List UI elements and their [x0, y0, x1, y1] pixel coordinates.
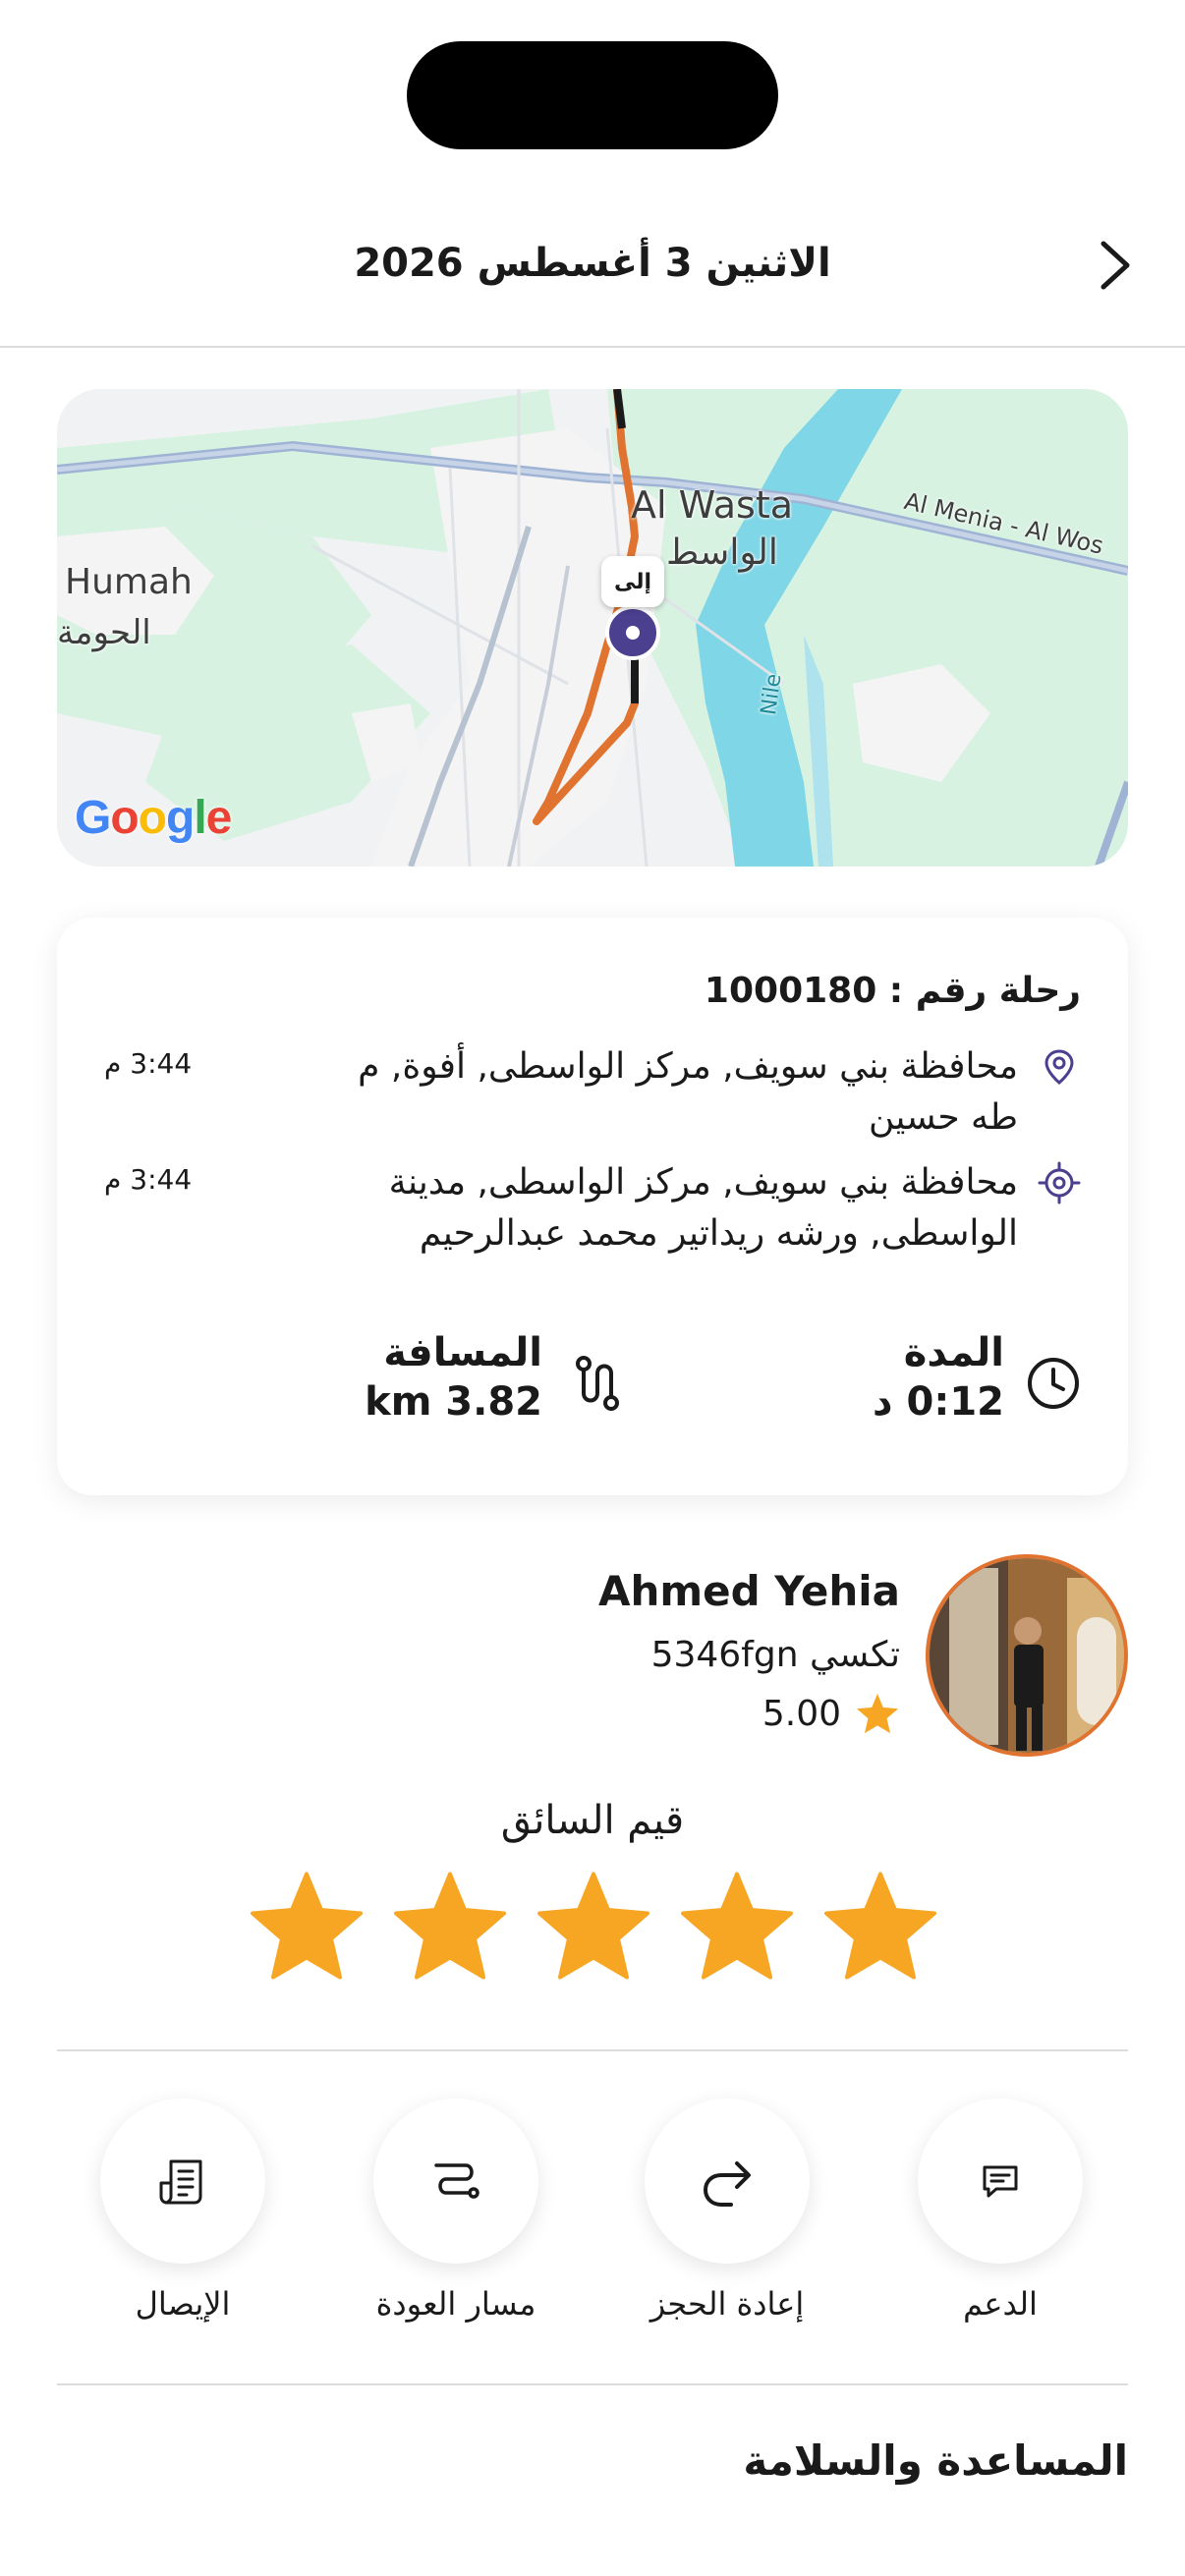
rebook-label: إعادة الحجز — [649, 2285, 805, 2323]
distance-value: km 3.82 — [365, 1379, 542, 1425]
target-icon — [1038, 1161, 1081, 1204]
return-route-label: مسار العودة — [375, 2285, 536, 2323]
page-title: الاثنين 3 أغسطس 2026 — [354, 241, 831, 286]
support-label: الدعم — [963, 2285, 1038, 2323]
redo-icon — [703, 2161, 751, 2207]
rating-star-icon[interactable] — [535, 1869, 652, 1983]
action-receipt[interactable]: الإيصال — [100, 2099, 265, 2323]
destination-tag: إلى — [601, 556, 664, 607]
distance-label: المسافة — [383, 1330, 542, 1375]
back-button[interactable] — [1081, 231, 1150, 300]
divider — [57, 2383, 1128, 2385]
dropoff-address: محافظة بني سويف, مركز الواسطى, مدينة الو… — [388, 1162, 1018, 1254]
distance-metric: المسافة km 3.82 — [303, 1330, 627, 1448]
header-divider — [0, 346, 1185, 348]
rating-stars[interactable] — [248, 1869, 939, 1987]
route-distance-icon — [576, 1356, 619, 1411]
clock-icon — [1028, 1358, 1079, 1409]
pickup-time: 3:44 م — [104, 1047, 193, 1080]
map-label-alwasta: Al Wasta — [631, 483, 794, 527]
trip-number: رحلة رقم : 1000180 — [704, 971, 1081, 1011]
rating-star-icon[interactable] — [248, 1869, 366, 1983]
camera-notch — [407, 41, 778, 149]
pickup-address: محافظة بني سويف, مركز الواسطى, أفوة, م ط… — [358, 1046, 1018, 1138]
map-label-humah: Humah — [65, 562, 193, 602]
driver-rating: 5.00 — [762, 1692, 900, 1735]
google-logo: Google — [75, 792, 232, 844]
divider — [57, 2049, 1128, 2051]
map-label-humah-ar: الحومة — [57, 613, 151, 652]
rate-driver-title: قيم السائق — [500, 1798, 685, 1843]
location-pin-icon — [1044, 1049, 1074, 1085]
route-map[interactable]: Humah الحومة Al Wasta الواسط Al Menia - … — [57, 389, 1128, 867]
action-support[interactable]: الدعم — [918, 2099, 1083, 2323]
trip-details-screen: الاثنين 3 أغسطس 2026 Humah الحومة Al Was… — [0, 0, 1185, 2576]
pickup-stop: محافظة بني سويف, مركز الواسطى, أفوة, م ط… — [104, 1041, 1081, 1149]
return-route-button[interactable] — [373, 2099, 538, 2264]
header: الاثنين 3 أغسطس 2026 — [0, 201, 1185, 329]
rating-star-icon[interactable] — [678, 1869, 796, 1983]
help-safety-title: المساعدة والسلامة — [743, 2436, 1128, 2485]
driver-car: تكسي 5346fgn — [650, 1635, 900, 1675]
driver-avatar — [926, 1554, 1128, 1757]
duration-value: 0:12 د — [873, 1379, 1004, 1425]
driver-name: Ahmed Yehia — [597, 1567, 900, 1615]
rebook-button[interactable] — [645, 2099, 810, 2264]
receipt-label: الإيصال — [135, 2285, 231, 2323]
route-icon — [434, 2163, 480, 2199]
support-button[interactable] — [918, 2099, 1083, 2264]
action-return-route[interactable]: مسار العودة — [373, 2099, 538, 2323]
duration-label: المدة — [903, 1330, 1004, 1375]
dropoff-time: 3:44 م — [104, 1163, 193, 1196]
receipt-button[interactable] — [100, 2099, 265, 2264]
star-icon — [856, 1693, 899, 1734]
dropoff-stop: محافظة بني سويف, مركز الواسطى, مدينة الو… — [104, 1157, 1081, 1315]
receipt-icon — [159, 2159, 202, 2205]
chat-icon — [983, 2165, 1018, 2198]
duration-metric: المدة 0:12 د — [766, 1330, 1081, 1448]
chevron-right-icon — [1100, 241, 1130, 290]
rating-star-icon[interactable] — [391, 1869, 509, 1983]
map-label-alwasta-ar: الواسط — [666, 532, 778, 573]
action-rebook[interactable]: إعادة الحجز — [645, 2099, 810, 2323]
rating-star-icon[interactable] — [821, 1869, 939, 1983]
driver-rating-value: 5.00 — [762, 1693, 841, 1734]
trip-summary-card: رحلة رقم : 1000180 محافظة بني سويف, مركز… — [57, 918, 1128, 1495]
